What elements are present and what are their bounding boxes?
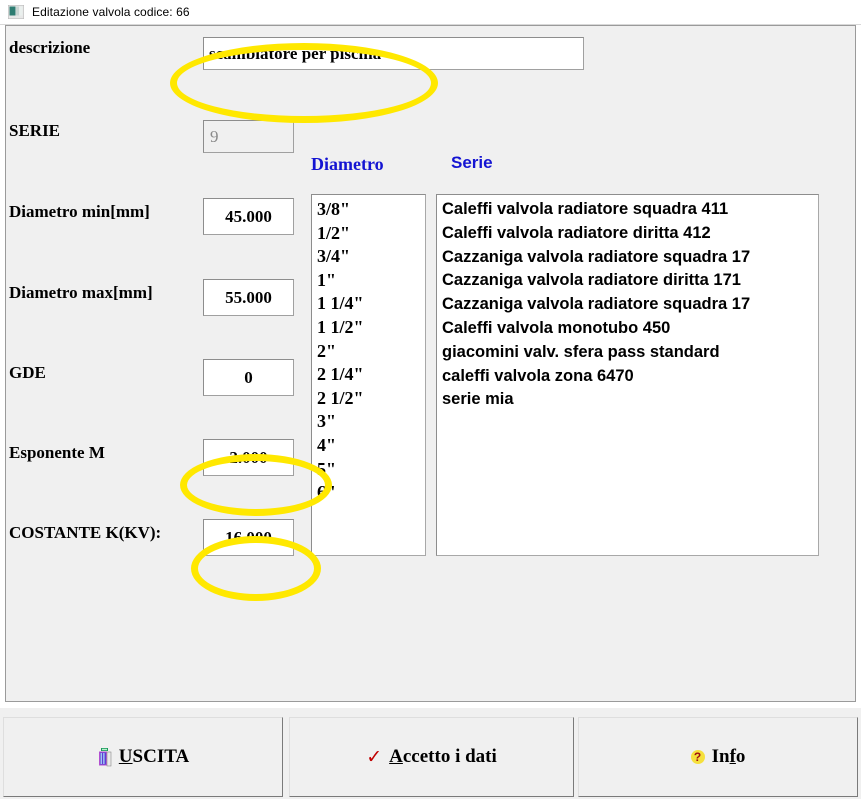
accetto-button-label: Accetto i dati <box>389 746 497 767</box>
diametro-list-item[interactable]: 3/8" <box>312 198 425 222</box>
info-button[interactable]: ? Info <box>578 717 858 797</box>
exit-door-icon <box>97 747 112 767</box>
label-serie: SERIE <box>9 121 61 140</box>
label-esponente-m: Esponente M <box>9 443 105 462</box>
application-icon <box>7 4 25 20</box>
diametro-list-item[interactable]: 2" <box>312 340 425 364</box>
diametro-list-item[interactable]: 4" <box>312 434 425 458</box>
serie-list-item[interactable]: Caleffi valvola monotubo 450 <box>437 317 818 341</box>
diametro-list-item[interactable]: 3/4" <box>312 245 425 269</box>
yellow-question-icon: ? <box>690 750 705 764</box>
diametro-list-header: Diametro <box>311 154 384 174</box>
label-diametro-min: Diametro min[mm] <box>9 202 150 221</box>
diametro-list-item[interactable]: 1 1/2" <box>312 316 425 340</box>
window-titlebar: Editazione valvola codice: 66 <box>0 0 861 25</box>
accetto-i-dati-button[interactable]: ✓ Accetto i dati <box>289 717 574 797</box>
label-descrizione: descrizione <box>9 38 91 57</box>
diametro-max-input[interactable]: 55.000 <box>203 279 294 316</box>
diametro-list-item[interactable]: 1/2" <box>312 222 425 246</box>
window-title: Editazione valvola codice: 66 <box>32 5 190 19</box>
valve-edit-form: descrizione SERIE Diametro min[mm] Diame… <box>5 25 856 702</box>
diametro-list-item[interactable]: 1" <box>312 269 425 293</box>
gde-input[interactable]: 0 <box>203 359 294 396</box>
esponente-m-input[interactable]: 2.000 <box>203 439 294 476</box>
uscita-button-label: USCITA <box>118 746 190 767</box>
diametro-list-item[interactable]: 2 1/2" <box>312 387 425 411</box>
red-check-icon: ✓ <box>366 745 383 768</box>
diametro-list-item[interactable]: 2 1/4" <box>312 363 425 387</box>
diametro-list-item[interactable]: 5" <box>312 458 425 482</box>
serie-listbox[interactable]: Caleffi valvola radiatore squadra 411 Cal… <box>436 194 819 556</box>
diametro-list-item[interactable]: 6" <box>312 481 425 505</box>
serie-list-item[interactable]: Cazzaniga valvola radiatore squadra 17 <box>437 293 818 317</box>
serie-list-item[interactable]: Cazzaniga valvola radiatore diritta 171 <box>437 269 818 293</box>
serie-list-item[interactable]: Caleffi valvola radiatore diritta 412 <box>437 222 818 246</box>
serie-list-item[interactable]: Caleffi valvola radiatore squadra 411 <box>437 198 818 222</box>
diametro-listbox[interactable]: 3/8" 1/2" 3/4" 1" 1 1/4" 1 1/2" 2" 2 1/4" 2 1/2"… <box>311 194 426 556</box>
serie-list-item[interactable]: caleffi valvola zona 6470 <box>437 365 818 389</box>
serie-list-item[interactable]: serie mia <box>437 388 818 412</box>
serie-input: 9 <box>203 120 294 153</box>
costante-k-input[interactable]: 16.000 <box>203 519 294 556</box>
diametro-list-item[interactable]: 1 1/4" <box>312 292 425 316</box>
button-bar: USCITA ✓ Accetto i dati ? Info <box>0 707 861 799</box>
serie-list-items: Caleffi valvola radiatore squadra 411 Cal… <box>437 195 818 412</box>
info-button-label: Info <box>711 746 746 767</box>
serie-list-item[interactable]: Cazzaniga valvola radiatore squadra 17 <box>437 246 818 270</box>
label-costante-k: COSTANTE K(KV): <box>9 523 162 542</box>
serie-list-header: Serie <box>451 153 493 172</box>
uscita-button[interactable]: USCITA <box>3 717 283 797</box>
serie-list-item[interactable]: giacomini valv. sfera pass standard <box>437 341 818 365</box>
diametro-list-item[interactable]: 3" <box>312 410 425 434</box>
descrizione-input[interactable]: scambiatore per piscina <box>203 37 584 70</box>
diametro-list-items: 3/8" 1/2" 3/4" 1" 1 1/4" 1 1/2" 2" 2 1/4" 2 1/2"… <box>312 195 425 505</box>
diametro-min-input[interactable]: 45.000 <box>203 198 294 235</box>
label-gde: GDE <box>9 363 46 382</box>
label-diametro-max: Diametro max[mm] <box>9 283 153 302</box>
